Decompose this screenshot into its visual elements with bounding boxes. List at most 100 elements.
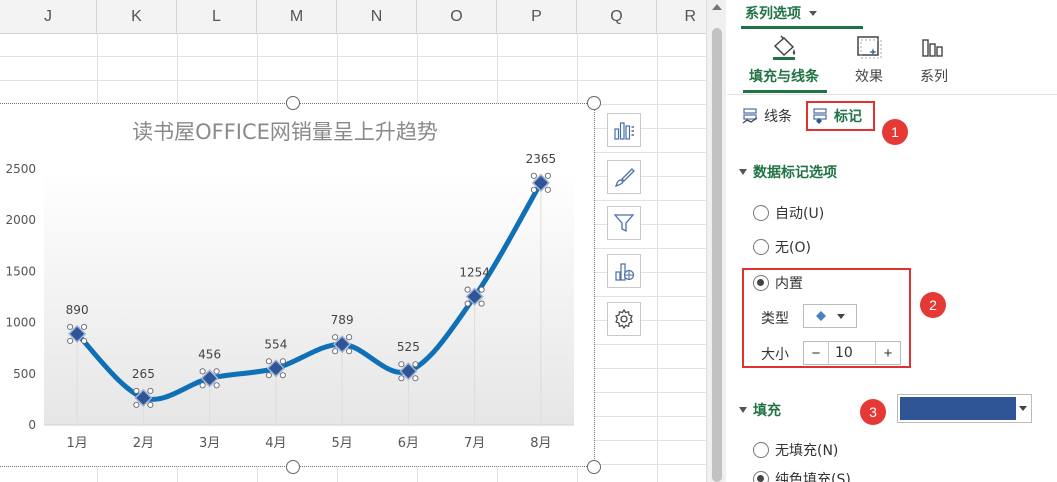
step-badge-1: 1 xyxy=(882,119,908,145)
x-tick-label: 4月 xyxy=(265,436,286,451)
step-badge-2: 2 xyxy=(920,292,946,318)
format-data-series-pane: 系列选项 填充与线条 效果 系列 线条 标记 1 数据标记选项 自动(U) 无(… xyxy=(727,0,1057,482)
effects-icon xyxy=(857,36,882,59)
column-header-row: J K L M N O P Q R xyxy=(0,0,706,34)
resize-handle-bottom-right[interactable] xyxy=(587,460,601,474)
column-header-q[interactable]: Q xyxy=(577,0,657,34)
chart-title[interactable]: 读书屋OFFICE网销量呈上升趋势 xyxy=(132,120,438,144)
x-tick-label: 7月 xyxy=(464,436,485,451)
data-marker[interactable] xyxy=(133,387,154,408)
data-marker[interactable] xyxy=(199,368,220,389)
column-header-k[interactable]: K xyxy=(97,0,177,34)
radio-no-fill-control[interactable] xyxy=(753,442,769,458)
column-header-m[interactable]: M xyxy=(257,0,337,34)
radio-auto[interactable]: 自动(U) xyxy=(753,203,824,223)
chart-layout-button[interactable] xyxy=(607,254,641,288)
scroll-up-icon[interactable] xyxy=(712,4,722,10)
data-label[interactable]: 789 xyxy=(331,313,354,327)
data-label[interactable]: 456 xyxy=(198,347,221,361)
tab-series-label: 系列 xyxy=(920,69,948,85)
fill-color-swatch[interactable] xyxy=(900,397,1016,420)
column-header-j[interactable]: J xyxy=(0,0,97,34)
data-marker[interactable] xyxy=(464,286,485,307)
chart-layout-icon xyxy=(615,263,635,281)
radio-solid-fill-label: 纯色填充(S) xyxy=(775,472,851,482)
chart-settings-icon xyxy=(615,308,633,330)
column-header-o[interactable]: O xyxy=(417,0,497,34)
x-tick-label: 1月 xyxy=(66,436,87,451)
resize-handle-top-right[interactable] xyxy=(587,96,601,110)
series-tab-underline xyxy=(741,26,863,29)
data-marker[interactable] xyxy=(265,358,286,379)
tab-series[interactable]: 系列 xyxy=(889,34,979,86)
tab-fill-and-line-label: 填充与线条 xyxy=(749,69,819,85)
highlight-box-builtin xyxy=(742,268,911,368)
data-marker[interactable] xyxy=(398,361,419,382)
series-bars-icon xyxy=(922,39,943,57)
y-tick-label: 1500 xyxy=(5,264,36,278)
scroll-thumb[interactable] xyxy=(712,28,722,482)
data-marker[interactable] xyxy=(67,323,88,344)
chart-elements-button[interactable] xyxy=(607,113,641,147)
section-marker-options-label: 数据标记选项 xyxy=(753,165,837,181)
radio-no-fill-label: 无填充(N) xyxy=(775,443,839,459)
data-label[interactable]: 2365 xyxy=(526,152,557,166)
data-label[interactable]: 890 xyxy=(66,303,89,317)
radio-no-fill[interactable]: 无填充(N) xyxy=(753,440,838,460)
series-options-label: 系列选项 xyxy=(745,6,801,22)
y-tick-label: 1000 xyxy=(5,316,36,330)
chart-elements-icon xyxy=(614,122,634,140)
data-label[interactable]: 1254 xyxy=(459,266,490,280)
chart-styles-button[interactable] xyxy=(607,160,641,194)
fill-color-picker[interactable] xyxy=(897,394,1032,423)
data-label[interactable]: 554 xyxy=(264,337,287,351)
x-tick-label: 2月 xyxy=(133,436,154,451)
y-tick-label: 2000 xyxy=(5,213,36,227)
collapse-triangle-icon xyxy=(739,169,747,175)
radio-solid-fill-control[interactable] xyxy=(753,471,769,482)
chart-filters-button[interactable] xyxy=(607,206,641,240)
radio-none[interactable]: 无(O) xyxy=(753,237,811,257)
subtab-line-label: 线条 xyxy=(764,109,792,125)
highlight-box-marker-tab xyxy=(806,101,875,131)
x-tick-label: 3月 xyxy=(199,436,220,451)
step-badge-3: 3 xyxy=(860,399,886,425)
paint-bucket-icon xyxy=(773,35,796,60)
column-header-l[interactable]: L xyxy=(177,0,257,34)
y-tick-label: 2500 xyxy=(5,162,36,176)
section-fill-label: 填充 xyxy=(753,403,781,419)
column-header-p[interactable]: P xyxy=(497,0,577,34)
section-marker-options[interactable]: 数据标记选项 xyxy=(739,162,837,182)
subtab-line[interactable]: 线条 xyxy=(741,104,792,128)
data-label[interactable]: 265 xyxy=(132,367,155,381)
radio-none-label: 无(O) xyxy=(775,240,811,256)
x-tick-label: 6月 xyxy=(398,436,419,451)
chart-styles-icon xyxy=(614,168,635,188)
chart-filters-icon xyxy=(613,214,635,233)
column-header-n[interactable]: N xyxy=(337,0,417,34)
resize-handle-bottom[interactable] xyxy=(286,460,300,474)
radio-solid-fill[interactable]: 纯色填充(S) xyxy=(753,469,851,482)
radio-auto-control[interactable] xyxy=(753,205,769,221)
radio-none-control[interactable] xyxy=(753,239,769,255)
collapse-triangle-icon xyxy=(739,407,747,413)
active-tab-underline xyxy=(743,90,827,93)
line-chart[interactable]: 读书屋OFFICE网销量呈上升趋势 0 500 1000 1500 2000 2500 1… xyxy=(0,103,595,467)
chevron-down-icon xyxy=(1018,406,1027,411)
chart-settings-button[interactable] xyxy=(607,302,641,336)
resize-handle-top[interactable] xyxy=(286,96,300,110)
spreadsheet: J K L M N O P Q R 读书屋OFFICE网销量呈上升趋势 0 50… xyxy=(0,0,706,482)
data-marker[interactable] xyxy=(530,172,551,193)
x-tick-label: 8月 xyxy=(530,436,551,451)
data-marker[interactable] xyxy=(332,334,353,355)
y-tick-label: 500 xyxy=(13,367,36,381)
data-label[interactable]: 525 xyxy=(397,340,420,354)
x-tick-label: 5月 xyxy=(331,436,352,451)
column-header-r[interactable]: R xyxy=(657,0,706,34)
line-icon xyxy=(742,108,758,124)
pane-divider xyxy=(727,94,1057,95)
vertical-scrollbar[interactable] xyxy=(706,0,726,482)
section-fill[interactable]: 填充 xyxy=(739,400,781,420)
tab-fill-and-line[interactable]: 填充与线条 xyxy=(739,34,829,86)
series-options-dropdown[interactable]: 系列选项 xyxy=(745,0,817,26)
